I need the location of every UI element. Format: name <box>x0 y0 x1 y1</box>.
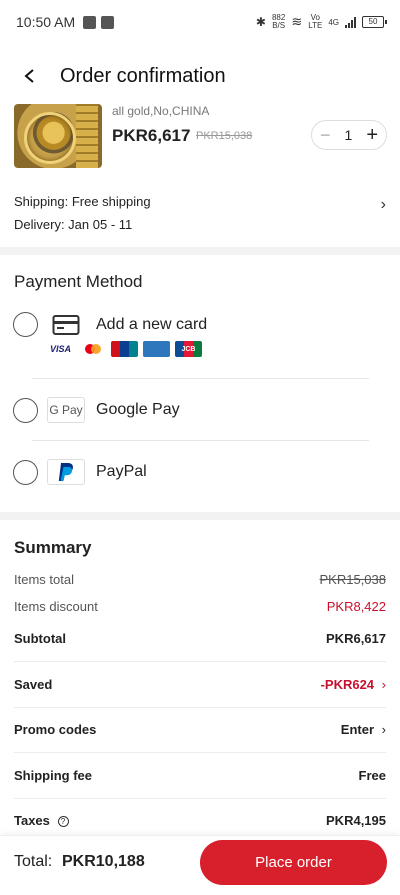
quantity-stepper: − 1 + <box>311 120 387 150</box>
amex-logo <box>143 341 170 357</box>
unionpay-logo <box>111 341 138 357</box>
message-notification-icon <box>101 15 115 29</box>
summary-shipping-fee: Shipping fee Free <box>0 768 400 790</box>
quantity-decrease-button[interactable]: − <box>320 126 331 144</box>
total-label: Total: <box>14 853 53 870</box>
shipping-fee-label: Shipping fee <box>14 768 92 783</box>
taxes-value: PKR4,195 <box>326 813 386 828</box>
saved-value: -PKR624 <box>320 677 375 692</box>
chevron-right-icon: › <box>381 677 386 692</box>
promo-enter-link: Enter <box>340 722 375 737</box>
checkout-bar: Total: PKR10,188 Place order <box>0 835 400 895</box>
payment-option-google-pay[interactable]: G Pay Google Pay <box>0 396 400 452</box>
net-speed-unit: B/S <box>272 21 286 30</box>
payment-label-new-card: Add a new card <box>96 316 208 333</box>
total-value: PKR10,188 <box>62 853 145 870</box>
volte-line2: LTE <box>308 21 323 30</box>
app-header: Order confirmation <box>0 52 400 100</box>
payment-method-title: Payment Method <box>14 272 143 291</box>
network-type: 4G <box>328 17 339 27</box>
card-logos: VISA JCB <box>47 341 202 357</box>
items-discount-value: PKR8,422 <box>326 599 386 614</box>
product-thumbnail[interactable] <box>14 104 102 168</box>
shipping-section[interactable]: Shipping: Free shipping Delivery: Jan 05… <box>0 186 400 242</box>
section-divider <box>0 247 400 255</box>
promo-codes-label: Promo codes <box>14 722 97 737</box>
subtotal-value: PKR6,617 <box>326 631 386 646</box>
summary-taxes: Taxes ? PKR4,195 <box>0 813 400 835</box>
back-button[interactable] <box>0 52 60 100</box>
summary-saved[interactable]: Saved -PKR624 › <box>0 677 400 699</box>
subtotal-label: Subtotal <box>14 631 66 646</box>
wifi-icon: ≋ <box>291 14 303 29</box>
delivery-text: Delivery: Jan 05 - 11 <box>14 217 133 232</box>
vpn-notification-icon <box>83 15 97 29</box>
quantity-value: 1 <box>344 127 353 143</box>
items-total-label: Items total <box>14 572 74 587</box>
status-indicators: ✱ 882 B/S ≋ Vo LTE 4G 50 <box>255 14 387 30</box>
paypal-icon <box>47 459 85 485</box>
taxes-label-wrap: Taxes ? <box>14 813 69 828</box>
bluetooth-icon: ✱ <box>255 15 266 29</box>
place-order-button[interactable]: Place order <box>200 840 387 885</box>
mastercard-logo <box>79 341 106 357</box>
product-price: PKR6,617 <box>112 126 191 145</box>
summary-items-total: Items total PKR15,038 <box>0 572 400 594</box>
promo-codes-action: Enter › <box>341 722 386 737</box>
radio-google-pay[interactable] <box>13 398 38 423</box>
signal-icon <box>345 16 356 28</box>
items-discount-label: Items discount <box>14 599 98 614</box>
status-time: 10:50 AM <box>16 14 76 30</box>
radio-new-card[interactable] <box>13 312 38 337</box>
back-arrow-icon <box>24 69 34 83</box>
payment-option-paypal[interactable]: PayPal <box>0 458 400 514</box>
chevron-right-icon: › <box>380 196 386 213</box>
saved-label: Saved <box>14 677 53 692</box>
quantity-increase-button[interactable]: + <box>366 125 378 145</box>
net-speed: 882 B/S <box>272 14 285 30</box>
summary-title: Summary <box>14 538 92 557</box>
summary-promo-codes[interactable]: Promo codes Enter › <box>0 722 400 744</box>
summary-divider <box>14 661 386 662</box>
google-pay-icon: G Pay <box>47 397 85 423</box>
status-bar: 10:50 AM ✱ 882 B/S ≋ Vo LTE 4G 50 <box>0 0 400 44</box>
payment-divider <box>32 378 369 379</box>
radio-paypal[interactable] <box>13 460 38 485</box>
summary-divider <box>14 752 386 753</box>
payment-divider <box>32 440 369 441</box>
summary-divider <box>14 707 386 708</box>
page-title: Order confirmation <box>60 64 226 87</box>
shipping-text: Shipping: Free shipping <box>14 194 151 209</box>
payment-label-google-pay: Google Pay <box>96 401 180 418</box>
chevron-right-icon: › <box>381 722 386 737</box>
saved-value-wrap: -PKR624 › <box>321 677 386 692</box>
summary-items-discount: Items discount PKR8,422 <box>0 599 400 621</box>
product-item: all gold,No,CHINA PKR6,617 PKR15,038 − 1… <box>0 104 400 174</box>
credit-card-icon <box>47 312 85 338</box>
items-total-value: PKR15,038 <box>319 572 387 587</box>
taxes-label: Taxes <box>14 813 50 828</box>
summary-subtotal: Subtotal PKR6,617 <box>0 631 400 653</box>
shipping-fee-value: Free <box>358 768 386 783</box>
volte-indicator: Vo LTE <box>308 14 322 30</box>
jcb-logo: JCB <box>175 341 202 357</box>
info-icon[interactable]: ? <box>57 816 69 827</box>
battery-icon: 50 <box>362 16 387 28</box>
product-original-price: PKR15,038 <box>196 130 253 142</box>
summary-divider <box>14 798 386 799</box>
google-pay-badge: G Pay <box>49 403 83 417</box>
visa-logo: VISA <box>47 341 74 357</box>
payment-label-paypal: PayPal <box>96 463 147 480</box>
section-divider <box>0 512 400 520</box>
product-variant: all gold,No,CHINA <box>112 104 210 118</box>
